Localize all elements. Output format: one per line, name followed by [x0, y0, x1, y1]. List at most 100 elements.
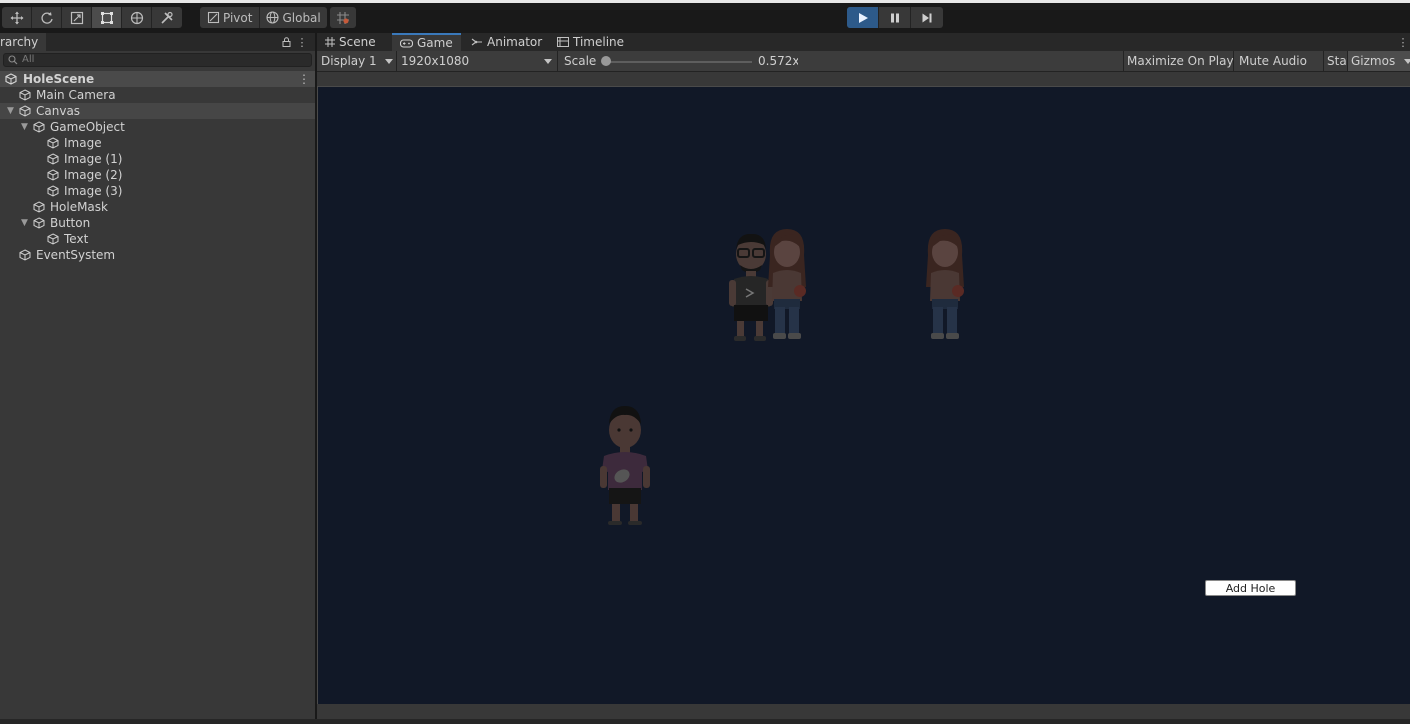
fold-arrow-icon[interactable]: ▼: [21, 215, 28, 231]
hierarchy-item-label: Image (3): [64, 184, 123, 198]
tab-scene[interactable]: Scene: [317, 33, 384, 51]
hierarchy-item-label: Image: [64, 136, 102, 150]
status-bar: [0, 719, 1410, 724]
game-view-toolbar: Display 1 1920x1080 Scale 0.572x Maximiz…: [317, 51, 1410, 72]
add-hole-button[interactable]: Add Hole: [1205, 580, 1296, 596]
scale-slider-handle[interactable]: [601, 56, 611, 66]
kebab-menu-icon[interactable]: ⋮: [296, 33, 308, 51]
scene-name: HoleScene: [23, 72, 95, 86]
maximize-on-play-toggle[interactable]: Maximize On Play: [1123, 51, 1237, 71]
hierarchy-items: Main Camera ▼ Canvas ▼ GameObject Image Image …: [0, 87, 315, 263]
hierarchy-item[interactable]: Text: [0, 231, 315, 247]
pause-icon: [890, 13, 899, 22]
scale-label: Scale: [564, 54, 597, 68]
hierarchy-item-label: Text: [64, 232, 89, 246]
play-icon: [858, 12, 868, 23]
tab-animator-label: Animator: [487, 35, 543, 49]
chevron-down-icon: [544, 59, 552, 64]
hierarchy-item[interactable]: EventSystem: [0, 247, 315, 263]
display-label: Display 1: [321, 54, 377, 68]
rotate-tool-icon[interactable]: [32, 7, 62, 28]
hierarchy-panel: rarchy ⋮ All HoleScene ⋮ Main Camera ▼ Can…: [0, 33, 315, 719]
grid-snap-group: [330, 7, 356, 28]
scene-menu-icon[interactable]: ⋮: [298, 71, 310, 87]
hierarchy-item-label: Main Camera: [36, 88, 116, 102]
animator-icon: [471, 38, 482, 46]
grid-snap-icon[interactable]: [330, 7, 356, 28]
pause-button[interactable]: [879, 7, 911, 28]
hierarchy-tab[interactable]: rarchy: [0, 33, 47, 51]
tab-animator[interactable]: Animator: [463, 33, 550, 51]
global-button[interactable]: Global: [260, 7, 326, 28]
gizmos-label: Gizmos: [1351, 54, 1396, 68]
resolution-label: 1920x1080: [401, 54, 470, 68]
playback-controls: [847, 7, 943, 28]
fold-arrow-icon[interactable]: ▼: [7, 103, 14, 119]
tab-timeline[interactable]: Timeline: [549, 33, 632, 51]
hierarchy-item[interactable]: ▼ Canvas: [0, 103, 315, 119]
step-button[interactable]: [911, 7, 943, 28]
scale-value: 0.572x: [758, 54, 798, 68]
hierarchy-item-label: Image (1): [64, 152, 123, 166]
hierarchy-item[interactable]: Image (1): [0, 151, 315, 167]
hierarchy-tree: HoleScene ⋮ Main Camera ▼ Canvas ▼ GameObjec…: [0, 71, 315, 263]
grid-icon: [325, 37, 335, 47]
game-viewport[interactable]: Add Hole: [317, 86, 1410, 704]
game-tabbar: Scene Game Animator Timeline ⋮: [317, 33, 1410, 51]
hierarchy-search-input[interactable]: All: [3, 53, 312, 67]
timeline-icon: [557, 37, 569, 47]
hierarchy-item-label: Button: [50, 216, 91, 230]
hierarchy-item-label: Image (2): [64, 168, 123, 182]
hierarchy-item[interactable]: ▼ GameObject: [0, 119, 315, 135]
tab-game-label: Game: [417, 36, 453, 50]
display-dropdown[interactable]: Display 1: [317, 51, 399, 71]
step-icon: [922, 13, 932, 22]
hierarchy-item[interactable]: Image (2): [0, 167, 315, 183]
search-icon: [8, 55, 18, 65]
fold-arrow-icon[interactable]: ▼: [21, 119, 28, 135]
hierarchy-item[interactable]: Image: [0, 135, 315, 151]
gizmos-dropdown[interactable]: Gizmos: [1348, 51, 1410, 71]
hierarchy-item[interactable]: ▼ Button: [0, 215, 315, 231]
global-label: Global: [282, 10, 321, 25]
toolbar-divider: [557, 51, 558, 71]
gameobject-cube-icon: [19, 249, 31, 265]
game-panel-menu-icon[interactable]: ⋮: [1397, 33, 1409, 51]
resolution-dropdown[interactable]: 1920x1080: [397, 51, 559, 71]
tab-scene-label: Scene: [339, 35, 376, 49]
character-boy: [600, 406, 650, 525]
scene-row[interactable]: HoleScene ⋮: [0, 71, 315, 87]
chevron-down-icon: [1404, 59, 1410, 64]
pivot-button[interactable]: Pivot: [200, 7, 261, 28]
search-placeholder: All: [22, 54, 35, 65]
gamepad-icon: [400, 38, 413, 48]
main-toolbar: Pivot Global: [0, 0, 1410, 33]
hierarchy-item-label: HoleMask: [50, 200, 108, 214]
play-button[interactable]: [847, 7, 879, 28]
hierarchy-item[interactable]: Main Camera: [0, 87, 315, 103]
pivot-label: Pivot: [223, 10, 253, 25]
lock-icon[interactable]: [280, 33, 292, 51]
hierarchy-item-label: Canvas: [36, 104, 81, 118]
scale-slider-track[interactable]: [607, 61, 752, 63]
character-woman-right: [926, 229, 964, 339]
tab-game[interactable]: Game: [392, 33, 461, 51]
hierarchy-item-label: EventSystem: [36, 248, 116, 262]
game-view-panel: Scene Game Animator Timeline ⋮ Display 1…: [317, 33, 1410, 719]
rect-tool-icon[interactable]: [92, 7, 122, 28]
hierarchy-item-label: GameObject: [50, 120, 125, 134]
hierarchy-item[interactable]: Image (3): [0, 183, 315, 199]
tab-timeline-label: Timeline: [573, 35, 625, 49]
hierarchy-item[interactable]: HoleMask: [0, 199, 315, 215]
chevron-down-icon: [385, 59, 393, 64]
pivot-icon: [207, 11, 220, 24]
transform-tool-icon[interactable]: [122, 7, 152, 28]
move-tool-icon[interactable]: [2, 7, 32, 28]
custom-tool-icon[interactable]: [152, 7, 182, 28]
mute-audio-toggle[interactable]: Mute Audio: [1233, 51, 1329, 71]
globe-icon: [266, 11, 280, 24]
scale-tool-icon[interactable]: [62, 7, 92, 28]
transform-tools-group: [2, 7, 182, 28]
character-woman-left: [768, 229, 806, 339]
pivot-global-group: Pivot Global: [200, 7, 327, 28]
